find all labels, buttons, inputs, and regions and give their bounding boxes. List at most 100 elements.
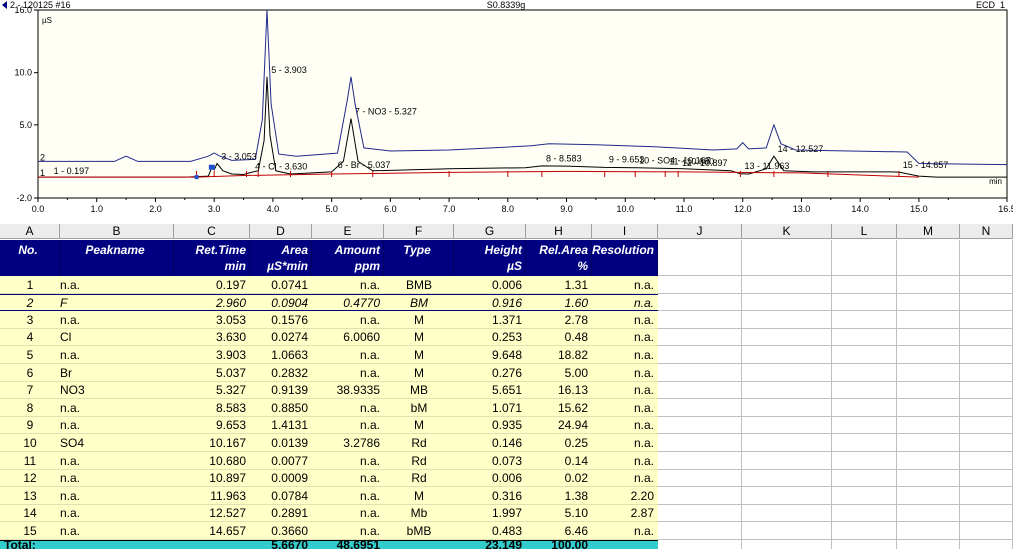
table-cell-r5-c0[interactable]: 5	[0, 346, 60, 364]
empty-cell[interactable]	[832, 294, 897, 311]
table-cell-r11-c8[interactable]: n.a.	[592, 452, 658, 470]
column-letter-D[interactable]: D	[250, 224, 312, 239]
table-cell-r12-c7[interactable]: 0.02	[526, 470, 592, 487]
total-cell-1[interactable]	[60, 540, 174, 549]
table-cell-r2-c7[interactable]: 1.60	[526, 294, 592, 311]
table-header-1[interactable]: Peakname	[60, 240, 174, 276]
table-cell-r14-c4[interactable]: n.a.	[312, 505, 384, 522]
table-cell-r11-c2[interactable]: 10.680	[174, 452, 250, 470]
table-cell-r9-c8[interactable]: n.a.	[592, 417, 658, 434]
table-cell-r1-c5[interactable]: BMB	[384, 276, 454, 294]
table-cell-r9-c2[interactable]: 9.653	[174, 417, 250, 434]
table-cell-r14-c5[interactable]: Mb	[384, 505, 454, 522]
empty-cell[interactable]	[742, 522, 832, 540]
table-cell-r1-c0[interactable]: 1	[0, 276, 60, 294]
table-cell-r15-c4[interactable]: n.a.	[312, 522, 384, 540]
empty-cell[interactable]	[832, 505, 897, 522]
table-cell-r10-c5[interactable]: Rd	[384, 434, 454, 452]
empty-cell[interactable]	[832, 470, 897, 487]
empty-cell[interactable]	[960, 487, 1013, 505]
table-cell-r5-c3[interactable]: 1.0663	[250, 346, 312, 364]
empty-cell[interactable]	[897, 311, 960, 329]
total-cell-4[interactable]: 48.6951	[312, 540, 384, 549]
empty-cell[interactable]	[658, 505, 742, 522]
table-header-7[interactable]: Rel.Area%	[526, 240, 592, 276]
empty-cell[interactable]	[897, 346, 960, 364]
table-cell-r4-c3[interactable]: 0.0274	[250, 329, 312, 346]
empty-cell[interactable]	[742, 452, 832, 470]
column-letter-L[interactable]: L	[832, 224, 897, 239]
table-cell-r6-c2[interactable]: 5.037	[174, 364, 250, 382]
table-cell-r4-c2[interactable]: 3.630	[174, 329, 250, 346]
table-cell-r9-c5[interactable]: M	[384, 417, 454, 434]
empty-cell[interactable]	[897, 522, 960, 540]
empty-cell[interactable]	[742, 487, 832, 505]
table-cell-r11-c7[interactable]: 0.14	[526, 452, 592, 470]
empty-cell[interactable]	[897, 540, 960, 549]
table-cell-r1-c2[interactable]: 0.197	[174, 276, 250, 294]
table-header-3[interactable]: Area µS*min	[250, 240, 312, 276]
table-cell-r5-c1[interactable]: n.a.	[60, 346, 174, 364]
empty-cell[interactable]	[832, 329, 897, 346]
empty-cell[interactable]	[832, 346, 897, 364]
empty-cell[interactable]	[832, 240, 897, 276]
empty-cell[interactable]	[742, 364, 832, 382]
table-cell-r7-c7[interactable]: 16.13	[526, 382, 592, 399]
table-cell-r4-c7[interactable]: 0.48	[526, 329, 592, 346]
empty-cell[interactable]	[658, 399, 742, 417]
table-cell-r3-c4[interactable]: n.a.	[312, 311, 384, 329]
empty-cell[interactable]	[742, 329, 832, 346]
empty-cell[interactable]	[658, 487, 742, 505]
empty-cell[interactable]	[658, 470, 742, 487]
table-cell-r15-c5[interactable]: bMB	[384, 522, 454, 540]
empty-cell[interactable]	[897, 417, 960, 434]
empty-cell[interactable]	[742, 294, 832, 311]
table-cell-r13-c0[interactable]: 13	[0, 487, 60, 505]
table-cell-r6-c5[interactable]: M	[384, 364, 454, 382]
table-cell-r1-c3[interactable]: 0.0741	[250, 276, 312, 294]
total-cell-7[interactable]: 100.00	[526, 540, 592, 549]
table-cell-r2-c3[interactable]: 0.0904	[250, 294, 312, 311]
column-letter-C[interactable]: C	[174, 224, 250, 239]
empty-cell[interactable]	[897, 452, 960, 470]
empty-cell[interactable]	[960, 240, 1013, 276]
table-cell-r8-c3[interactable]: 0.8850	[250, 399, 312, 417]
table-cell-r14-c0[interactable]: 14	[0, 505, 60, 522]
total-cell-8[interactable]	[592, 540, 658, 549]
table-cell-r14-c8[interactable]: 2.87	[592, 505, 658, 522]
table-cell-r10-c4[interactable]: 3.2786	[312, 434, 384, 452]
table-cell-r8-c0[interactable]: 8	[0, 399, 60, 417]
table-cell-r8-c5[interactable]: bM	[384, 399, 454, 417]
empty-cell[interactable]	[897, 487, 960, 505]
table-cell-r14-c1[interactable]: n.a.	[60, 505, 174, 522]
table-cell-r1-c8[interactable]: n.a.	[592, 276, 658, 294]
table-cell-r3-c8[interactable]: n.a.	[592, 311, 658, 329]
column-letter-G[interactable]: G	[454, 224, 526, 239]
empty-cell[interactable]	[960, 346, 1013, 364]
empty-cell[interactable]	[658, 522, 742, 540]
table-cell-r14-c2[interactable]: 12.527	[174, 505, 250, 522]
table-cell-r8-c4[interactable]: n.a.	[312, 399, 384, 417]
table-cell-r3-c2[interactable]: 3.053	[174, 311, 250, 329]
empty-cell[interactable]	[832, 399, 897, 417]
table-cell-r15-c0[interactable]: 15	[0, 522, 60, 540]
table-cell-r3-c0[interactable]: 3	[0, 311, 60, 329]
table-cell-r4-c8[interactable]: n.a.	[592, 329, 658, 346]
column-letter-H[interactable]: H	[526, 224, 592, 239]
column-letter-J[interactable]: J	[658, 224, 742, 239]
table-cell-r13-c1[interactable]: n.a.	[60, 487, 174, 505]
table-cell-r10-c7[interactable]: 0.25	[526, 434, 592, 452]
empty-cell[interactable]	[742, 346, 832, 364]
table-header-5[interactable]: Type	[384, 240, 454, 276]
empty-cell[interactable]	[658, 276, 742, 294]
table-cell-r6-c8[interactable]: n.a.	[592, 364, 658, 382]
empty-cell[interactable]	[658, 417, 742, 434]
table-cell-r10-c8[interactable]: n.a.	[592, 434, 658, 452]
table-cell-r15-c7[interactable]: 6.46	[526, 522, 592, 540]
empty-cell[interactable]	[897, 294, 960, 311]
empty-cell[interactable]	[832, 434, 897, 452]
table-cell-r7-c4[interactable]: 38.9335	[312, 382, 384, 399]
table-cell-r14-c7[interactable]: 5.10	[526, 505, 592, 522]
total-cell-5[interactable]	[384, 540, 454, 549]
empty-cell[interactable]	[742, 382, 832, 399]
